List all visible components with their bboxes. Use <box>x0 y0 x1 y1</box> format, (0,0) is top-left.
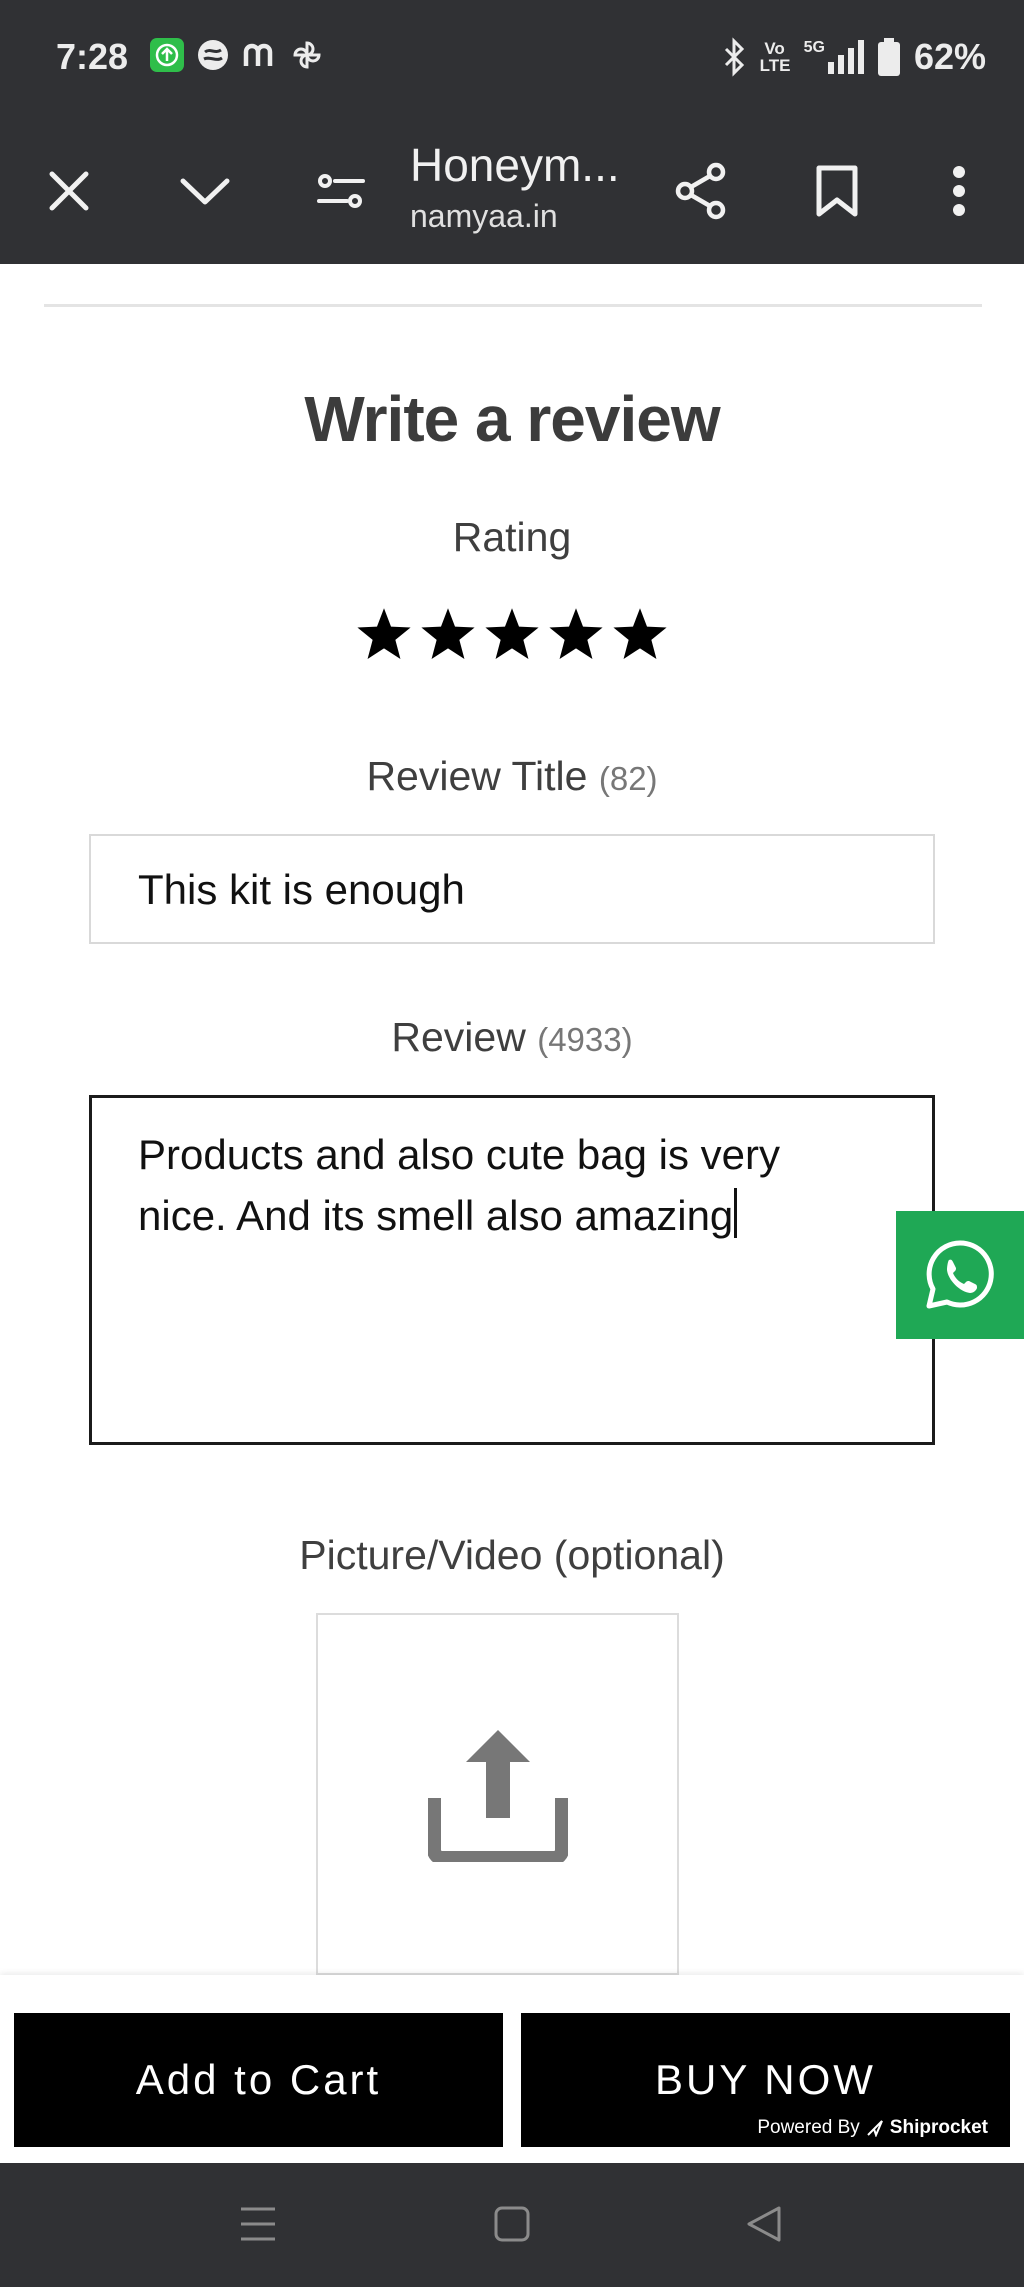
recent-apps-icon[interactable] <box>239 2205 277 2243</box>
back-icon[interactable] <box>745 2205 783 2243</box>
star-icon[interactable] <box>611 608 669 664</box>
review-textarea[interactable]: Products and also cute bag is very nice.… <box>89 1095 935 1445</box>
share-icon <box>675 162 726 220</box>
review-title-value: This kit is enough <box>138 866 465 913</box>
review-text-wrapper: Products and also cute bag is very nice.… <box>138 1124 858 1246</box>
form-heading: Write a review <box>304 383 720 455</box>
status-right: Vo LTE 5G 62% <box>722 36 986 78</box>
more-options-button[interactable] <box>914 146 1004 236</box>
home-icon[interactable] <box>493 2205 531 2243</box>
media-upload-button[interactable] <box>316 1613 679 1975</box>
star-icon[interactable] <box>355 608 413 664</box>
star-icon[interactable] <box>483 608 541 664</box>
star-icon[interactable] <box>547 608 605 664</box>
browser-toolbar: Honeym... namyaa.in <box>0 118 1024 264</box>
review-char-count: (4933) <box>537 1021 633 1058</box>
text-cursor <box>734 1188 738 1238</box>
buy-now-label: BUY NOW <box>655 2056 876 2103</box>
minimize-button[interactable] <box>160 146 250 236</box>
title-char-count: (82) <box>598 760 658 797</box>
volte-indicator: Vo LTE <box>759 39 791 75</box>
status-time: 7:28 <box>56 36 129 77</box>
signal-icon <box>827 40 864 74</box>
powered-by: Powered By Shiprocket <box>757 2117 988 2138</box>
status-bar: 7:28 Vo LTE 5G 62% <box>0 0 1024 118</box>
media-label: Picture/Video (optional) <box>299 1532 725 1578</box>
rating-label: Rating <box>452 514 572 560</box>
review-title-input[interactable]: This kit is enough <box>89 834 935 944</box>
star-icon[interactable] <box>419 608 477 664</box>
buy-now-button[interactable]: BUY NOW Powered By Shiprocket <box>521 2013 1010 2147</box>
bookmark-button[interactable] <box>792 146 882 236</box>
review-title-label: Review Title (82) <box>366 753 658 799</box>
upload-icon <box>427 1730 568 1862</box>
upload-app-icon <box>150 38 184 72</box>
rating-stars[interactable] <box>0 608 1024 664</box>
sticky-actions-bar: Add to Cart BUY NOW Powered By Shiprocke… <box>0 1975 1024 2163</box>
m-app-icon <box>243 43 273 66</box>
network-indicator: 5G <box>804 40 864 74</box>
close-icon <box>49 171 89 211</box>
chevron-down-icon <box>180 178 230 205</box>
add-to-cart-button[interactable]: Add to Cart <box>14 2013 503 2147</box>
bluetooth-icon <box>724 37 744 77</box>
page-title: Honeym... <box>410 139 620 191</box>
shiprocket-logo-icon <box>867 2120 883 2137</box>
whatsapp-icon <box>926 1240 994 1309</box>
bookmark-icon <box>816 165 858 217</box>
whatsapp-chat-button[interactable] <box>896 1211 1024 1339</box>
notification-icons <box>150 38 324 72</box>
tune-icon <box>317 174 365 208</box>
system-nav-bar <box>0 2163 1024 2287</box>
site-settings-button[interactable] <box>296 146 386 236</box>
browser-app-icon <box>198 40 228 70</box>
more-vert-icon <box>953 166 965 216</box>
battery-icon <box>877 38 900 76</box>
pinwheel-icon <box>293 41 321 69</box>
share-button[interactable] <box>656 146 746 236</box>
section-divider <box>44 304 982 307</box>
close-tab-button[interactable] <box>24 146 114 236</box>
review-label: Review (4933) <box>391 1014 633 1060</box>
page-url: namyaa.in <box>410 198 558 234</box>
review-value: Products and also cute bag is very nice.… <box>138 1131 781 1239</box>
battery-level: 62% <box>913 36 986 77</box>
